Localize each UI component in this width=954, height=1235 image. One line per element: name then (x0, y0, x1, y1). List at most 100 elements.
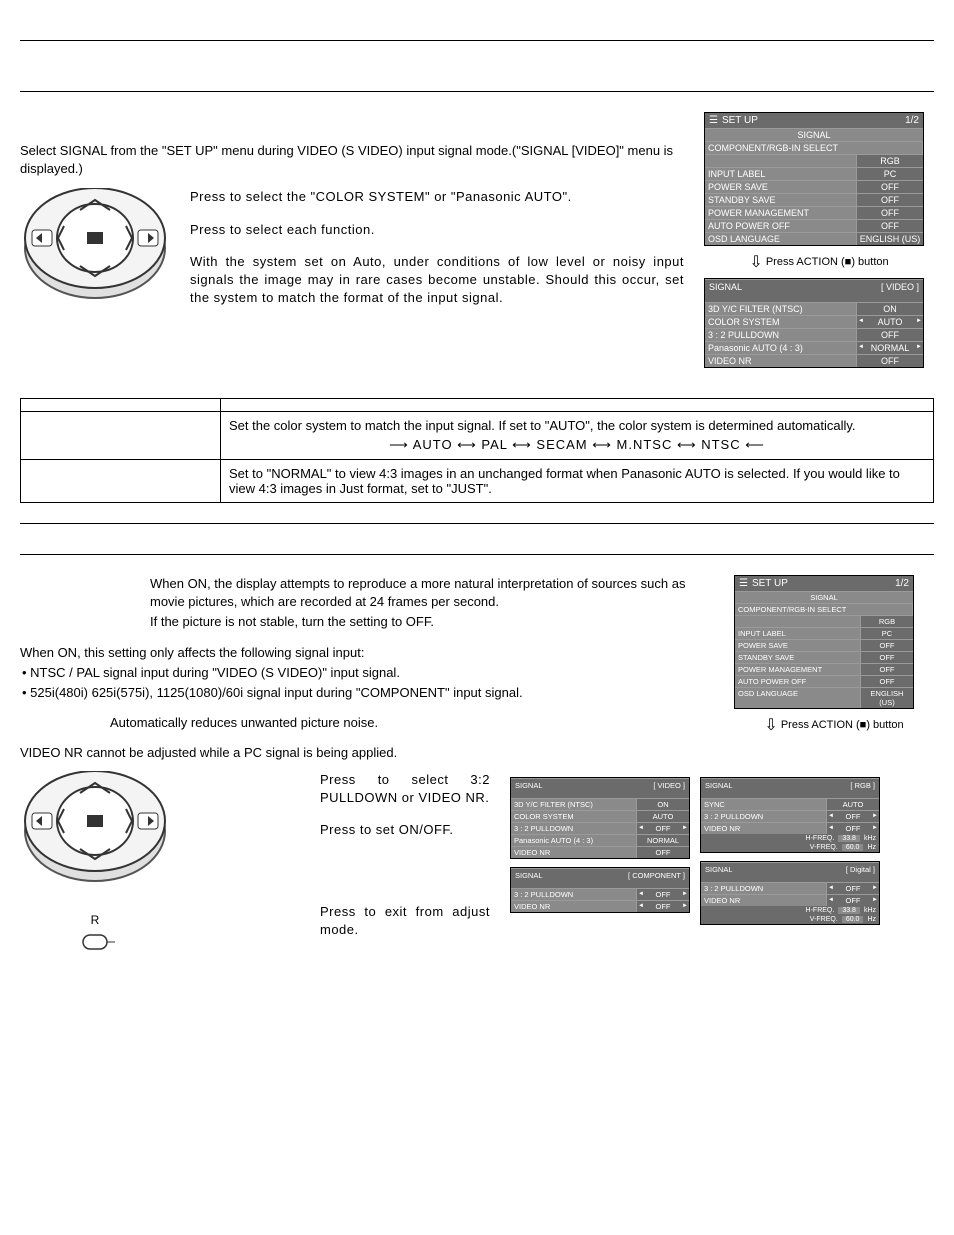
press-action-hint: ⇩ Press ACTION (■) button (704, 252, 934, 272)
osd-row-label: Panasonic AUTO (4 : 3) (511, 835, 637, 846)
osd-title: SIGNAL (705, 781, 733, 790)
osd-row-value: NORMAL (637, 835, 689, 846)
osd-row-label: 3D Y/C FILTER (NTSC) (705, 303, 857, 315)
osd-row-label: COMPONENT/RGB-IN SELECT (705, 142, 923, 154)
sec2-p4: Automatically reduces unwanted picture n… (110, 714, 714, 732)
sec2-p2: If the picture is not stable, turn the s… (150, 613, 714, 631)
osd-video-small: SIGNAL [ VIDEO ] 3D Y/C FILTER (NTSC)ON C… (510, 777, 690, 859)
osd-row-label: POWER MANAGEMENT (705, 207, 857, 219)
intro-text: Select SIGNAL from the "SET UP" menu dur… (20, 142, 684, 178)
dpad-remote-icon (20, 188, 170, 308)
osd-row-label: VIDEO NR (511, 847, 637, 858)
r-button-label: R (91, 913, 100, 927)
osd-row-label: VIDEO NR (701, 895, 827, 906)
osd-row-value: OFF (637, 847, 689, 858)
osd-signal-mode: [ VIDEO ] (881, 282, 919, 292)
osd-rgb-small: SIGNAL [ RGB ] SYNCAUTO 3 : 2 PULLDOWNOFF… (700, 777, 880, 853)
osd-row-value: OFF (861, 676, 913, 687)
osd-row-label: 3 : 2 PULLDOWN (511, 889, 637, 900)
osd-row-label (705, 155, 857, 167)
table-row-label (21, 399, 221, 412)
vfreq-row: V-FREQ.60.0Hz (701, 915, 879, 924)
table-row-body (221, 399, 934, 412)
osd-row-value: AUTO (857, 316, 923, 328)
osd-mode: [ RGB ] (850, 781, 875, 790)
osd-signal-title: SIGNAL (709, 282, 742, 292)
osd-setup-panel: ☰SET UP 1/2 SIGNAL COMPONENT/RGB-IN SELE… (704, 112, 924, 246)
osd-row-value: OFF (861, 664, 913, 675)
osd-title: SIGNAL (515, 781, 543, 790)
osd-row-label: 3 : 2 PULLDOWN (511, 823, 637, 834)
osd-row-value: OFF (861, 640, 913, 651)
osd-mode: [ COMPONENT ] (628, 871, 685, 880)
arrow-down-icon: ⇩ (749, 254, 762, 271)
osd-row-value: OFF (857, 220, 923, 232)
osd-row-label: 3 : 2 PULLDOWN (701, 811, 827, 822)
osd-mode: [ Digital ] (846, 865, 875, 874)
osd-row-label: VIDEO NR (511, 901, 637, 912)
osd-row-label: STANDBY SAVE (705, 194, 857, 206)
settings-table: Set the color system to match the input … (20, 398, 934, 503)
osd-row-label: COMPONENT/RGB-IN SELECT (735, 604, 913, 615)
osd-row-value: RGB (857, 155, 923, 167)
table-row-body: Set the color system to match the input … (221, 412, 934, 460)
sec2-p5: VIDEO NR cannot be adjusted while a PC s… (20, 744, 714, 762)
osd-row-label (735, 616, 861, 627)
osd-title: SIGNAL (515, 871, 543, 880)
osd-row-value: OFF (637, 889, 689, 900)
osd-setup-title: SET UP (722, 115, 758, 126)
color-system-cycle: ⟶ AUTO ⟷ PAL ⟷ SECAM ⟷ M.NTSC ⟷ NTSC ⟵ (229, 437, 925, 453)
osd-row-label: OSD LANGUAGE (735, 688, 861, 708)
osd-signal-header: SIGNAL (735, 591, 913, 603)
remote-diagram-1 (20, 188, 170, 308)
table-row-label (21, 460, 221, 503)
osd-row-label: AUTO POWER OFF (735, 676, 861, 687)
sec2-b1: • NTSC / PAL signal input during "VIDEO … (22, 664, 714, 682)
table-row-label (21, 412, 221, 460)
osd-setup-title: SET UP (752, 578, 788, 589)
osd-row-label: 3 : 2 PULLDOWN (705, 329, 857, 341)
osd-row-value: OFF (827, 883, 879, 894)
osd-digital-small: SIGNAL[ Digital ] 3 : 2 PULLDOWNOFF VIDE… (700, 861, 880, 925)
osd-row-value: OFF (827, 823, 879, 834)
arrow-down-icon: ⇩ (764, 717, 777, 734)
hfreq-row: H-FREQ.33.8kHz (701, 906, 879, 915)
osd-row-value: RGB (861, 616, 913, 627)
osd-row-label: SYNC (701, 799, 827, 810)
osd-row-label: Panasonic AUTO (4 : 3) (705, 342, 857, 354)
osd-row-label: OSD LANGUAGE (705, 233, 857, 245)
osd-row-value: OFF (827, 895, 879, 906)
sec2-b2: • 525i(480i) 625i(575i), 1125(1080)/60i … (22, 684, 714, 702)
hamburger-icon: ☰ (709, 115, 718, 126)
osd-mode: [ VIDEO ] (653, 781, 685, 790)
hamburger-icon: ☰ (739, 578, 748, 589)
osd-row-label: COLOR SYSTEM (705, 316, 857, 328)
osd-row-value: AUTO (827, 799, 879, 810)
osd-row-label: POWER SAVE (735, 640, 861, 651)
osd-row-label: POWER MANAGEMENT (735, 664, 861, 675)
osd-row-value: PC (857, 168, 923, 180)
press-action-hint-2: ⇩ Press ACTION (■) button (734, 715, 934, 735)
osd-row-value: ON (637, 799, 689, 810)
sec2-p3: When ON, this setting only affects the f… (20, 644, 714, 662)
table-row-body: Set to "NORMAL" to view 4:3 images in an… (221, 460, 934, 503)
osd-row-value: OFF (857, 194, 923, 206)
vfreq-row: V-FREQ.60.0Hz (701, 843, 879, 852)
osd-row-label: STANDBY SAVE (735, 652, 861, 663)
osd-signal-header: SIGNAL (705, 128, 923, 141)
osd-row-label: 3 : 2 PULLDOWN (701, 883, 827, 894)
osd-row-value: OFF (857, 355, 923, 367)
osd-row-value: ON (857, 303, 923, 315)
osd-row-label: 3D Y/C FILTER (NTSC) (511, 799, 637, 810)
instr-1: Press to select the "COLOR SYSTEM" or "P… (190, 188, 684, 206)
osd-row-value: OFF (861, 652, 913, 663)
osd-signal-video-panel: SIGNAL [ VIDEO ] 3D Y/C FILTER (NTSC)ON C… (704, 278, 924, 368)
osd-row-label: COLOR SYSTEM (511, 811, 637, 822)
osd-row-value: OFF (827, 811, 879, 822)
osd-row-label: VIDEO NR (705, 355, 857, 367)
osd-row-value: OFF (857, 181, 923, 193)
instr-3: With the system set on Auto, under condi… (190, 253, 684, 308)
osd-row-label: VIDEO NR (701, 823, 827, 834)
osd-row-value: OFF (857, 207, 923, 219)
osd-page: 1/2 (895, 578, 909, 589)
